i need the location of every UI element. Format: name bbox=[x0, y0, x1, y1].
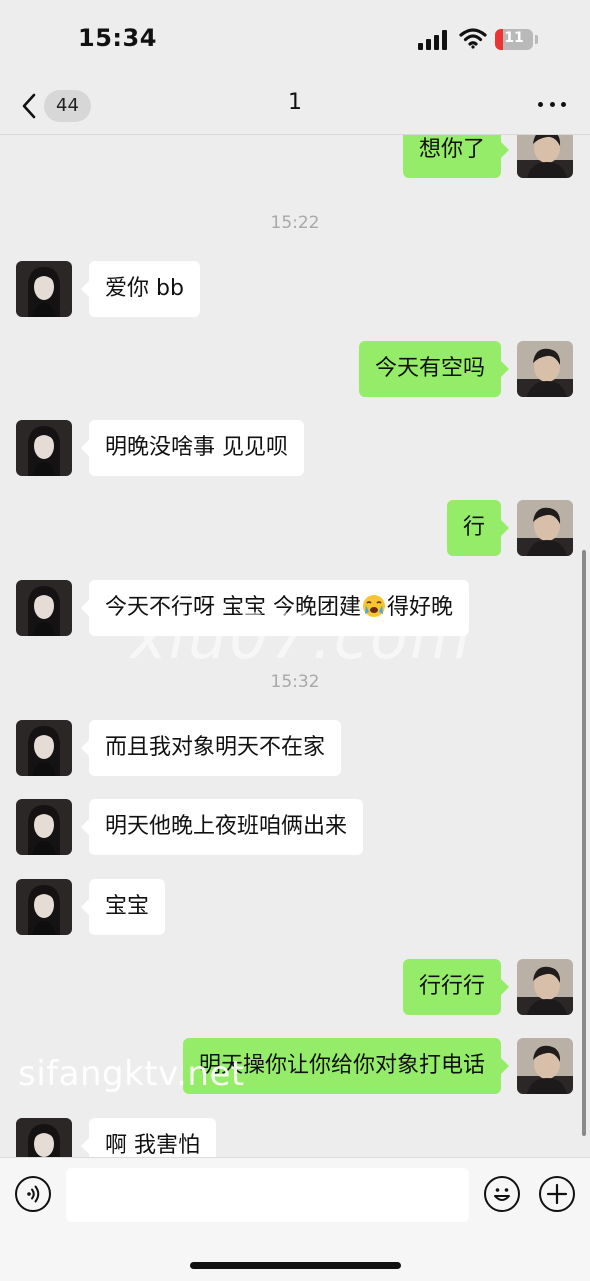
contact-avatar[interactable] bbox=[16, 720, 72, 776]
timestamp: 15:22 bbox=[270, 213, 320, 233]
contact-avatar[interactable] bbox=[16, 879, 72, 935]
message-input[interactable] bbox=[66, 1168, 469, 1222]
message-bubble[interactable]: 明晚没啥事 见见呗 bbox=[81, 420, 304, 476]
message-bubble[interactable]: 明天他晚上夜班咱俩出来 bbox=[80, 799, 364, 855]
contact-avatar[interactable] bbox=[16, 799, 72, 855]
input-bar bbox=[0, 1157, 590, 1281]
timestamp: 15:32 bbox=[270, 672, 320, 692]
status-bar: 15:34 11 bbox=[0, 0, 590, 80]
message-bubble[interactable]: 啊 我害怕 bbox=[81, 1118, 216, 1157]
message-bubble[interactable]: 而且我对象明天不在家 bbox=[80, 720, 342, 776]
voice-icon bbox=[27, 1185, 40, 1203]
my-avatar[interactable] bbox=[517, 341, 573, 397]
my-avatar[interactable] bbox=[517, 959, 573, 1015]
status-time: 15:34 bbox=[78, 24, 157, 52]
chat-header: 44 1 bbox=[0, 80, 590, 135]
voice-button[interactable] bbox=[15, 1176, 51, 1212]
plus-icon bbox=[546, 1183, 568, 1205]
message-bubble[interactable]: 爱你 bb bbox=[81, 261, 200, 317]
battery-level: 11 bbox=[504, 30, 524, 46]
message-bubble[interactable]: 行 bbox=[446, 500, 510, 556]
contact-avatar[interactable] bbox=[16, 1118, 72, 1157]
more-options-button[interactable] bbox=[538, 96, 566, 112]
contact-avatar[interactable] bbox=[16, 580, 72, 636]
emoji-button[interactable] bbox=[484, 1176, 520, 1212]
message-bubble[interactable]: 想你了 bbox=[402, 135, 510, 178]
message-bubble[interactable]: 宝宝 bbox=[80, 879, 166, 935]
watermark-bottom: sifangktv.net bbox=[18, 1054, 245, 1094]
watermark-center: xiu07.com bbox=[130, 600, 473, 673]
cellular-signal-icon bbox=[418, 30, 448, 50]
more-dots-icon bbox=[538, 101, 543, 107]
my-avatar[interactable] bbox=[517, 135, 573, 178]
emoji-face-icon bbox=[494, 1188, 510, 1201]
message-bubble[interactable]: 今天有空吗 bbox=[358, 341, 510, 397]
contact-avatar[interactable] bbox=[16, 420, 72, 476]
plus-button[interactable] bbox=[539, 1176, 575, 1212]
chat-title: 1 bbox=[288, 90, 302, 115]
message-bubble[interactable]: 行行行 bbox=[402, 959, 510, 1015]
scrollbar[interactable] bbox=[582, 550, 586, 1136]
battery-icon: 11 bbox=[495, 29, 533, 50]
wifi-icon bbox=[459, 28, 487, 49]
my-avatar[interactable] bbox=[517, 500, 573, 556]
home-indicator[interactable] bbox=[190, 1262, 401, 1269]
my-avatar[interactable] bbox=[517, 1038, 573, 1094]
contact-avatar[interactable] bbox=[16, 261, 72, 317]
